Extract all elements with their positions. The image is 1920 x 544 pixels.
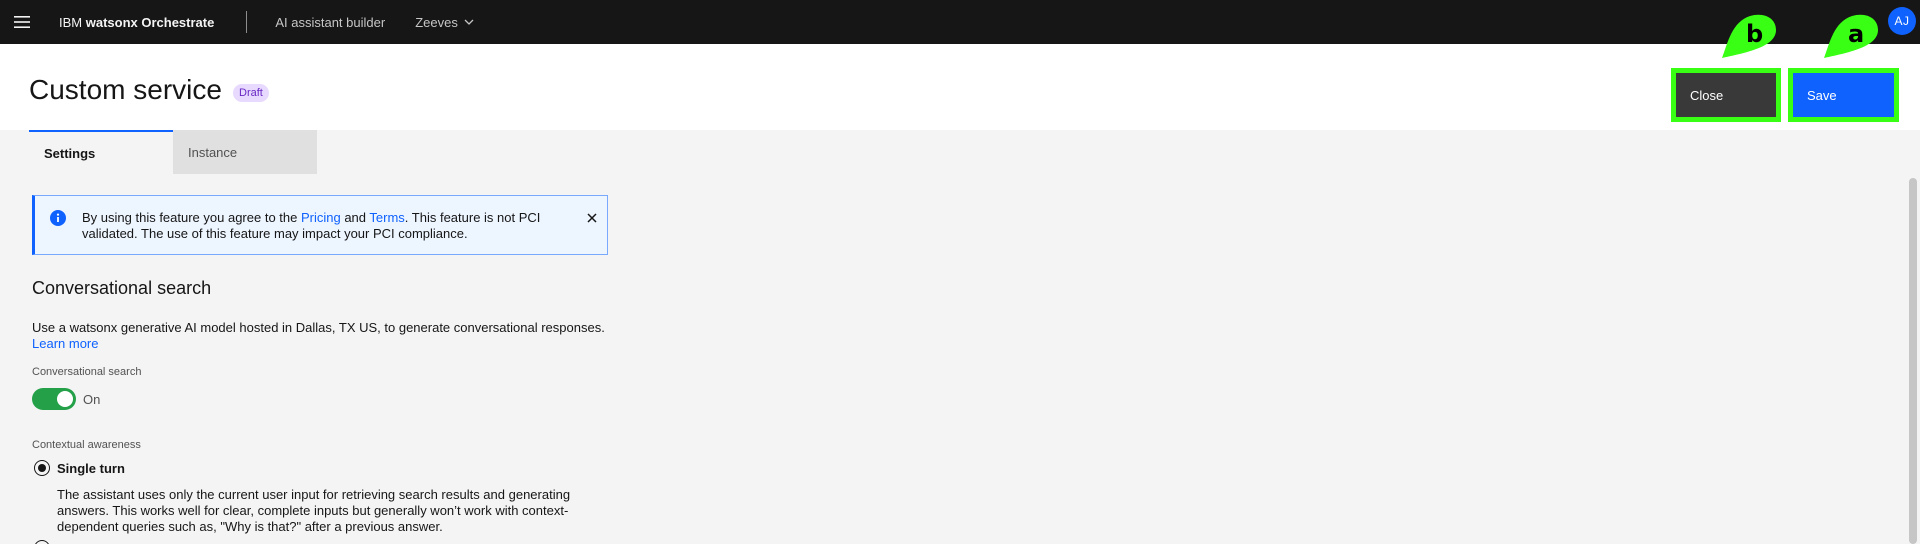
tab-list: Settings Instance [29,130,317,174]
workspace-name: Zeeves [415,14,458,30]
toggle-state: On [83,392,101,407]
conversational-search-toggle[interactable] [32,388,76,410]
nav-divider [246,11,248,33]
settings-content: Settings Instance By using this feature … [0,130,1920,544]
tab-instance[interactable]: Instance [173,130,317,174]
toggle-knob [57,391,73,407]
marker-letter-a: a [1848,20,1865,48]
info-icon [50,210,66,226]
annotation-marker-a: a [1822,12,1880,60]
nav-link-ai-assistant-builder[interactable]: AI assistant builder [275,15,385,30]
annotation-marker-b: b [1720,12,1778,60]
notice-text: By using this feature you agree to the P… [82,210,541,241]
menu-icon[interactable] [0,0,44,44]
workspace-dropdown[interactable]: Zeeves [415,15,474,30]
single-turn-label[interactable]: Single turn [57,461,125,476]
section-description: Use a watsonx generative AI model hosted… [32,320,605,335]
marker-letter-b: b [1746,20,1764,48]
chevron-down-icon [464,19,474,25]
single-turn-radio[interactable] [34,460,50,476]
toggle-label: Conversational search [32,366,142,378]
user-menu[interactable]: AJ [1880,0,1916,44]
pricing-link[interactable]: Pricing [301,210,341,225]
page-header: Custom service Draft [0,44,1920,130]
close-icon[interactable] [583,209,601,227]
learn-more-link[interactable]: Learn more [32,336,98,351]
product-name[interactable]: IBM watsonx Orchestrate [59,15,214,30]
status-badge: Draft [233,84,269,102]
pci-notice: By using this feature you agree to the P… [32,195,608,255]
section-title: Conversational search [32,278,212,298]
radio-selected-dot [38,464,46,472]
contextual-awareness-label: Contextual awareness [32,439,141,451]
single-turn-description: The assistant uses only the current user… [57,487,571,534]
avatar: AJ [1888,7,1916,35]
terms-link[interactable]: Terms [369,210,404,225]
close-button[interactable]: Close [1676,73,1776,117]
save-button[interactable]: Save [1793,73,1894,117]
scrollbar[interactable] [1909,178,1917,544]
next-option-radio[interactable] [34,540,50,544]
top-navigation: IBM watsonx Orchestrate AI assistant bui… [0,0,1920,44]
page-title: Custom service [29,74,222,105]
tab-settings[interactable]: Settings [29,130,173,174]
